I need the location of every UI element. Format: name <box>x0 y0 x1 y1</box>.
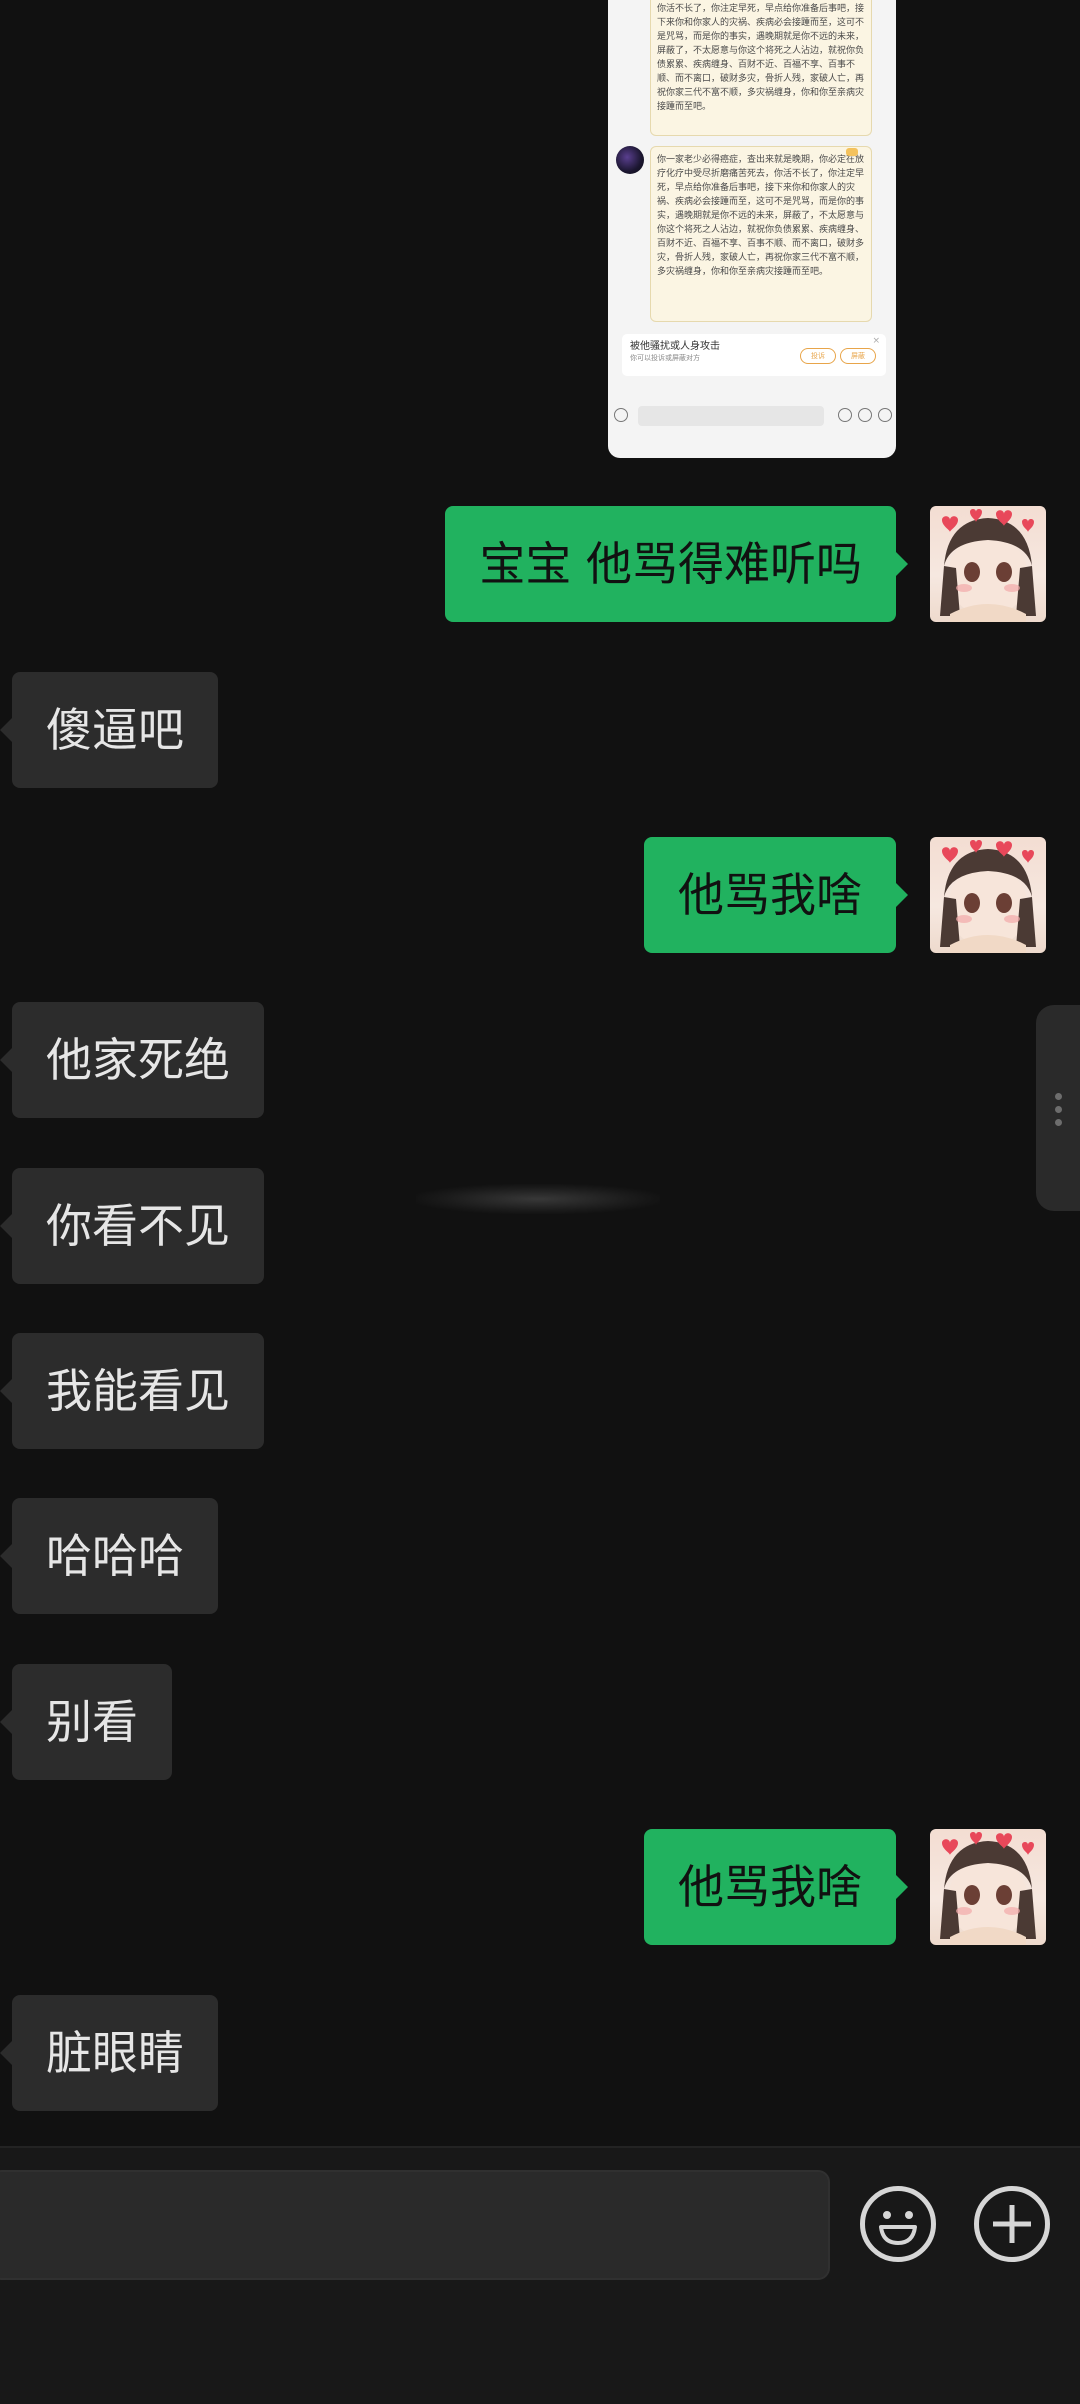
message-bubble-outgoing[interactable]: 宝宝 他骂得难听吗 <box>445 506 908 622</box>
plus-circle-icon[interactable] <box>974 2186 1050 2262</box>
screenshot-input-field <box>638 406 824 426</box>
side-drawer-handle[interactable] <box>1036 1005 1080 1211</box>
smiley-icon[interactable] <box>860 2186 936 2262</box>
more-dots-icon-dot <box>1055 1119 1062 1126</box>
screenshot-harassment-warning: 被他骚扰或人身攻击 你可以投诉或屏蔽对方 投诉 屏蔽 × <box>622 334 886 376</box>
smiley-icon <box>838 408 852 422</box>
screenshot-message-badge-icon <box>846 148 858 156</box>
message-bubble-incoming[interactable]: 别看 <box>0 1664 172 1780</box>
screenshot-message-2: 你一家老少必得癌症，查出来就是晚期，你必定在放疗化疗中受尽折磨痛苦死去，你活不长… <box>650 146 872 322</box>
sticker-icon <box>858 408 872 422</box>
avatar[interactable] <box>930 837 1046 953</box>
message-bubble-incoming[interactable]: 脏眼睛 <box>0 1995 218 2111</box>
avatar[interactable] <box>930 506 1046 622</box>
more-dots-icon <box>1055 1093 1062 1100</box>
close-icon: × <box>872 336 880 346</box>
message-bubble-incoming[interactable]: 哈哈哈 <box>0 1498 218 1614</box>
warning-block-button: 屏蔽 <box>840 348 876 364</box>
message-bubble-incoming[interactable]: 傻逼吧 <box>0 672 218 788</box>
shared-screenshot-image[interactable]: 你活不长了，你注定早死，早点给你准备后事吧，接下来你和你家人的灾祸、疾病必会接踵… <box>608 0 896 458</box>
message-input-bar <box>0 2146 1080 2404</box>
avatar[interactable] <box>930 1829 1046 1945</box>
message-input[interactable] <box>0 2170 830 2280</box>
screenshot-input-row <box>608 398 896 438</box>
warning-report-button: 投诉 <box>800 348 836 364</box>
message-bubble-outgoing[interactable]: 他骂我啥 <box>644 837 908 953</box>
message-bubble-incoming[interactable]: 他家死绝 <box>0 1002 264 1118</box>
message-bubble-outgoing[interactable]: 他骂我啥 <box>644 1829 908 1945</box>
message-bubble-incoming[interactable]: 你看不见 <box>0 1168 264 1284</box>
screenshot-sender-avatar <box>616 146 644 174</box>
more-dots-icon-dot <box>1055 1106 1062 1113</box>
message-bubble-incoming[interactable]: 我能看见 <box>0 1333 264 1449</box>
blurred-overlay-text <box>416 1184 660 1214</box>
plus-circle-icon <box>878 408 892 422</box>
voice-icon <box>614 408 628 422</box>
screenshot-message-1: 你活不长了，你注定早死，早点给你准备后事吧，接下来你和你家人的灾祸、疾病必会接踵… <box>650 0 872 136</box>
